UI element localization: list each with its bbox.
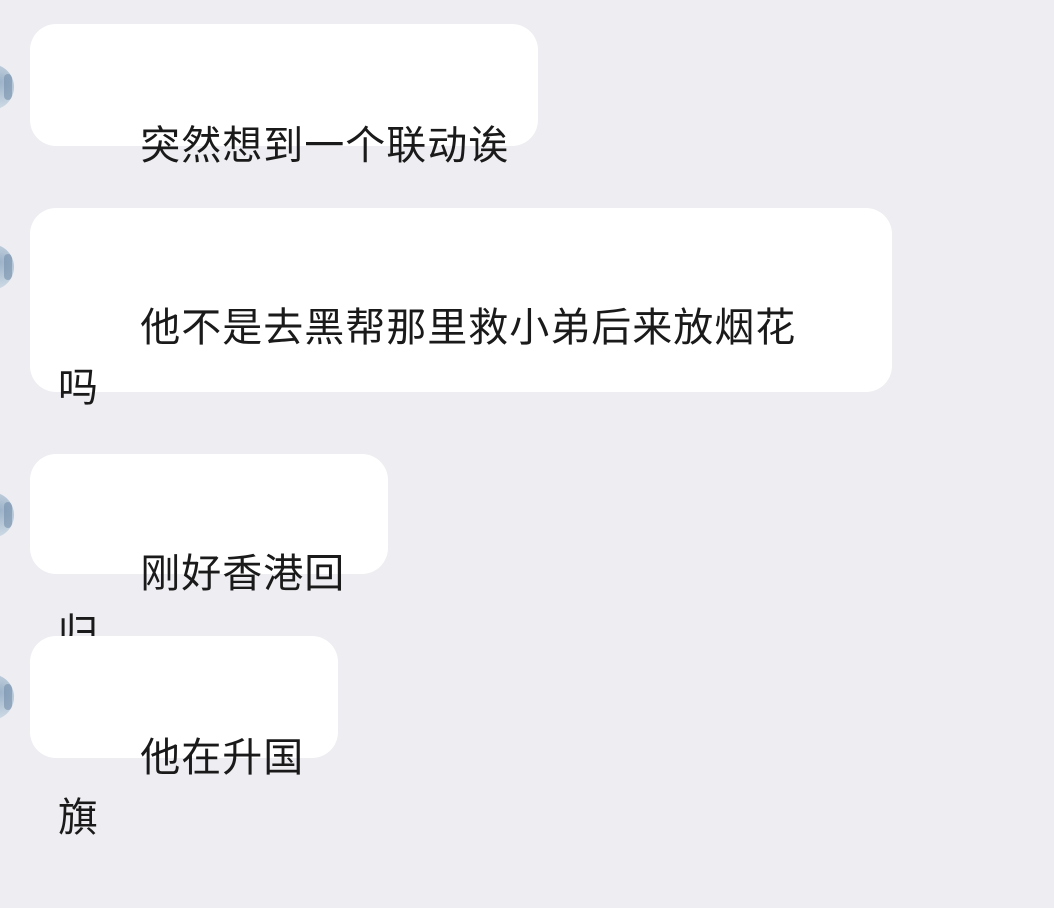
chat-thread: 突然想到一个联动诶 他不是去黑帮那里救小弟后来放烟花 吗 刚好香港回归 他在升国… — [0, 0, 1054, 841]
watermark — [914, 746, 1044, 764]
message-text: 突然想到一个联动诶 — [140, 123, 510, 169]
avatar[interactable] — [0, 64, 14, 110]
message-text: 他在升国旗 — [58, 735, 305, 841]
message-row-4: 他在升国旗 — [0, 636, 1054, 841]
avatar[interactable] — [0, 244, 14, 290]
message-bubble[interactable]: 他不是去黑帮那里救小弟后来放烟花 吗 — [30, 208, 892, 411]
message-row-1: 突然想到一个联动诶 — [0, 24, 1054, 169]
message-row-3: 刚好香港回归 — [0, 454, 1054, 657]
message-row-2: 他不是去黑帮那里救小弟后来放烟花 吗 — [0, 208, 1054, 411]
message-bubble[interactable]: 突然想到一个联动诶 — [30, 24, 538, 169]
message-bubble[interactable]: 刚好香港回归 — [30, 454, 388, 657]
avatar[interactable] — [0, 492, 14, 538]
message-text: 他不是去黑帮那里救小弟后来放烟花 吗 — [58, 305, 797, 411]
avatar[interactable] — [0, 674, 14, 720]
message-bubble[interactable]: 他在升国旗 — [30, 636, 338, 841]
